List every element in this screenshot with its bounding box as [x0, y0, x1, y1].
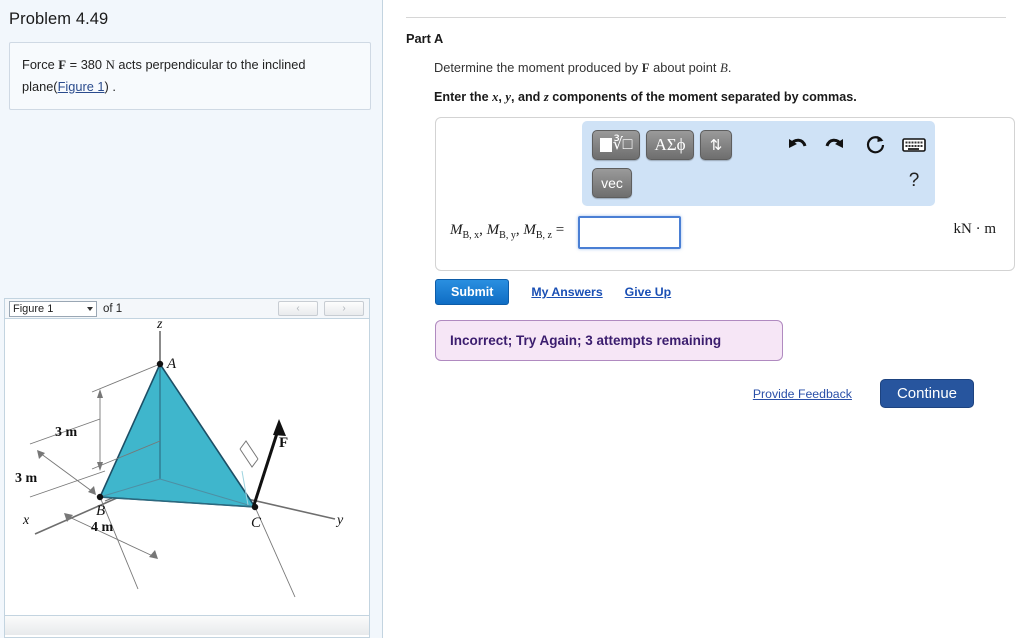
- radical-glyph: ∛□: [612, 136, 633, 153]
- dim-label-vertical: 3 m: [55, 425, 78, 440]
- help-button[interactable]: ?: [902, 168, 926, 194]
- keyboard-icon[interactable]: [902, 135, 926, 155]
- continue-button[interactable]: Continue: [879, 379, 974, 408]
- point-label-a: A: [166, 356, 177, 372]
- figure-next-button[interactable]: ›: [324, 301, 364, 316]
- math-toolbar: ∛□ ΑΣϕ ⇅ vec ?: [582, 121, 935, 206]
- undo-icon[interactable]: [784, 133, 808, 157]
- reset-icon[interactable]: [864, 133, 888, 157]
- dim-label-y: 4 m: [91, 520, 114, 535]
- label-sub-bx: B, x: [462, 230, 480, 241]
- chevron-down-icon: [87, 306, 93, 311]
- square-glyph: [599, 138, 612, 152]
- inclined-plane-diagram: z y x A B C F 3 m 3 m 4 m: [15, 317, 344, 598]
- answer-entry-box: ∛□ ΑΣϕ ⇅ vec ? MB, x, MB, y, MB, z = kN …: [435, 117, 1015, 271]
- figure-panel: Figure 1 of 1 ‹ › z y x A B C F 3 m 3 m …: [4, 298, 370, 638]
- figure-count-label: of 1: [103, 302, 123, 315]
- label-sub-bz: B, z: [535, 230, 552, 241]
- question-mid: about point: [649, 60, 720, 75]
- axis-label-y: y: [335, 513, 344, 528]
- page-title: Problem 4.49: [9, 10, 109, 28]
- axis-label-x: x: [22, 513, 30, 528]
- statement-pre: Force: [22, 57, 59, 72]
- section-divider: [406, 17, 1006, 18]
- answer-label: MB, x, MB, y, MB, z =: [450, 222, 565, 241]
- label-sub-by: B, y: [499, 230, 516, 241]
- redo-icon[interactable]: [824, 133, 848, 157]
- part-a-heading: Part A: [406, 31, 444, 46]
- figure-canvas: z y x A B C F 3 m 3 m 4 m: [5, 317, 369, 615]
- point-label-b: B: [96, 503, 105, 519]
- label-m-x: M: [450, 222, 463, 238]
- provide-feedback-link[interactable]: Provide Feedback: [753, 387, 852, 401]
- dim-label-x: 3 m: [15, 471, 38, 486]
- force-symbol: F: [58, 58, 67, 72]
- figure-toolbar: Figure 1 of 1 ‹ ›: [5, 299, 369, 319]
- answer-actions: Submit My Answers Give Up: [435, 279, 1024, 305]
- problem-statement-text: Force F = 380 N acts perpendicular to th…: [22, 54, 358, 97]
- label-equals: =: [555, 222, 565, 238]
- instruction-comma2: , and: [510, 90, 544, 104]
- force-unit: N: [105, 58, 115, 72]
- force-label-f: F: [279, 435, 288, 451]
- answer-row: MB, x, MB, y, MB, z =: [450, 216, 681, 249]
- submit-button[interactable]: Submit: [435, 279, 510, 305]
- label-m-y: M: [486, 222, 500, 238]
- problem-sidebar: Problem 4.49 Force F = 380 N acts perpen…: [0, 0, 383, 638]
- question-post: .: [727, 60, 732, 75]
- statement-mid: = 380: [66, 57, 106, 72]
- figure-prev-button[interactable]: ‹: [278, 301, 318, 316]
- figure-select[interactable]: Figure 1: [9, 300, 97, 317]
- figure-1-link[interactable]: Figure 1: [58, 79, 105, 94]
- template-icon: ∛□: [599, 136, 633, 153]
- status-badge: Incorrect; Try Again; 3 attempts remaini…: [435, 320, 783, 361]
- feedback-actions: Provide Feedback Continue: [384, 379, 1024, 408]
- instruction-post: components of the moment separated by co…: [548, 90, 857, 104]
- question-prompt: Determine the moment produced by F about…: [434, 60, 1024, 76]
- mastering-engineering-page: Problem 4.49 Force F = 380 N acts perpen…: [0, 0, 1024, 638]
- question-force-symbol: F: [641, 61, 650, 75]
- label-m-z: M: [523, 222, 536, 238]
- problem-statement-box: Force F = 380 N acts perpendicular to th…: [9, 42, 371, 111]
- vector-button[interactable]: vec: [592, 168, 632, 198]
- sub-superscript-button[interactable]: ⇅: [700, 130, 732, 160]
- main-content: Part A Determine the moment produced by …: [384, 0, 1024, 638]
- math-template-button[interactable]: ∛□: [592, 130, 640, 160]
- axis-label-z: z: [156, 319, 163, 332]
- answer-units: kN · m: [953, 221, 997, 237]
- question-pre: Determine the moment produced by: [434, 60, 642, 75]
- statement-tail: ) .: [104, 79, 116, 95]
- figure-footer-bar: [5, 615, 369, 635]
- answer-input[interactable]: [578, 216, 681, 249]
- point-label-c: C: [251, 515, 262, 531]
- question-point-b: B: [719, 61, 728, 75]
- figure-select-value: Figure 1: [13, 302, 54, 315]
- answer-instruction: Enter the x, y, and z components of the …: [434, 90, 1024, 105]
- figure-nav-buttons: ‹ ›: [278, 301, 364, 316]
- my-answers-link[interactable]: My Answers: [531, 285, 602, 299]
- greek-symbols-button[interactable]: ΑΣϕ: [646, 130, 694, 160]
- give-up-link[interactable]: Give Up: [625, 285, 671, 299]
- instruction-pre: Enter the: [434, 90, 493, 104]
